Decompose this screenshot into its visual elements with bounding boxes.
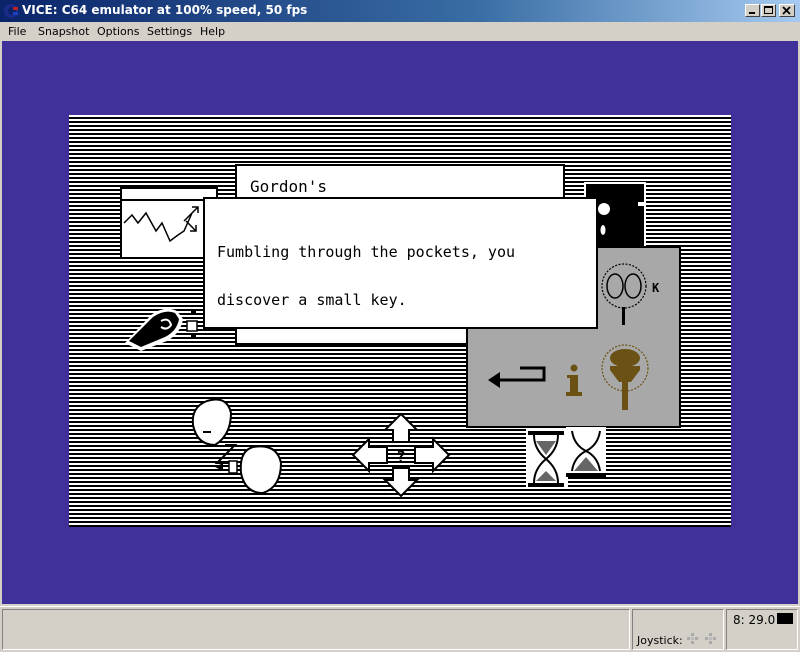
- menu-snapshot[interactable]: Snapshot: [38, 25, 89, 38]
- drive-status: 8: 29.0: [726, 609, 798, 650]
- message-text: Fumbling through the pockets, you discov…: [217, 212, 515, 340]
- title-bar: VICE: C64 emulator at 100% speed, 50 fps: [0, 0, 800, 22]
- drive-led-icon: [777, 613, 793, 624]
- location-title: Gordon's: [250, 177, 328, 196]
- use-icon[interactable]: [598, 344, 652, 414]
- menu-options[interactable]: Options: [97, 25, 139, 38]
- menu-help[interactable]: Help: [200, 25, 225, 38]
- message-line-1: Fumbling through the pockets, you: [217, 243, 516, 261]
- vice-app-icon[interactable]: [3, 3, 19, 19]
- menu-file[interactable]: File: [8, 25, 26, 38]
- hand-grab-icon[interactable]: [121, 303, 211, 353]
- move-arrows-icon[interactable]: ?: [351, 412, 451, 498]
- message-line-2: discover a small key.: [217, 291, 407, 309]
- graph-window-icon: [123, 206, 199, 243]
- minimize-icon: [749, 12, 755, 14]
- talk-icon[interactable]: [185, 395, 285, 495]
- menu-bar: File Snapshot Options Settings Help: [0, 22, 800, 41]
- look-key-hint: K: [652, 281, 660, 295]
- hourglass-icon[interactable]: [524, 427, 610, 491]
- message-window: Fumbling through the pockets, you discov…: [203, 197, 598, 329]
- joystick-port-2-icon: [705, 633, 716, 644]
- c64-display[interactable]: Gordon's K Fumbling through the pockets,…: [69, 115, 731, 527]
- maximize-button[interactable]: [761, 4, 776, 17]
- graph-window-titlebar: [122, 189, 216, 201]
- menu-settings[interactable]: Settings: [147, 25, 192, 38]
- joystick-port-1-icon: [687, 633, 698, 644]
- status-bar: Joystick: 8: 29.0: [0, 606, 800, 652]
- minimize-button[interactable]: [745, 4, 760, 17]
- joystick-label: Joystick:: [637, 634, 683, 647]
- drive-track-readout: 8: 29.0: [733, 613, 776, 627]
- close-button[interactable]: [779, 4, 795, 17]
- info-icon[interactable]: [564, 364, 584, 400]
- close-icon: [782, 6, 791, 15]
- maximize-icon: [764, 6, 773, 14]
- svg-text:?: ?: [396, 447, 406, 466]
- joystick-status: Joystick:: [632, 609, 724, 650]
- status-message-area: [2, 609, 630, 650]
- window-title: VICE: C64 emulator at 100% speed, 50 fps: [22, 3, 308, 17]
- back-arrow-icon[interactable]: [486, 364, 548, 394]
- look-icon[interactable]: [598, 260, 678, 330]
